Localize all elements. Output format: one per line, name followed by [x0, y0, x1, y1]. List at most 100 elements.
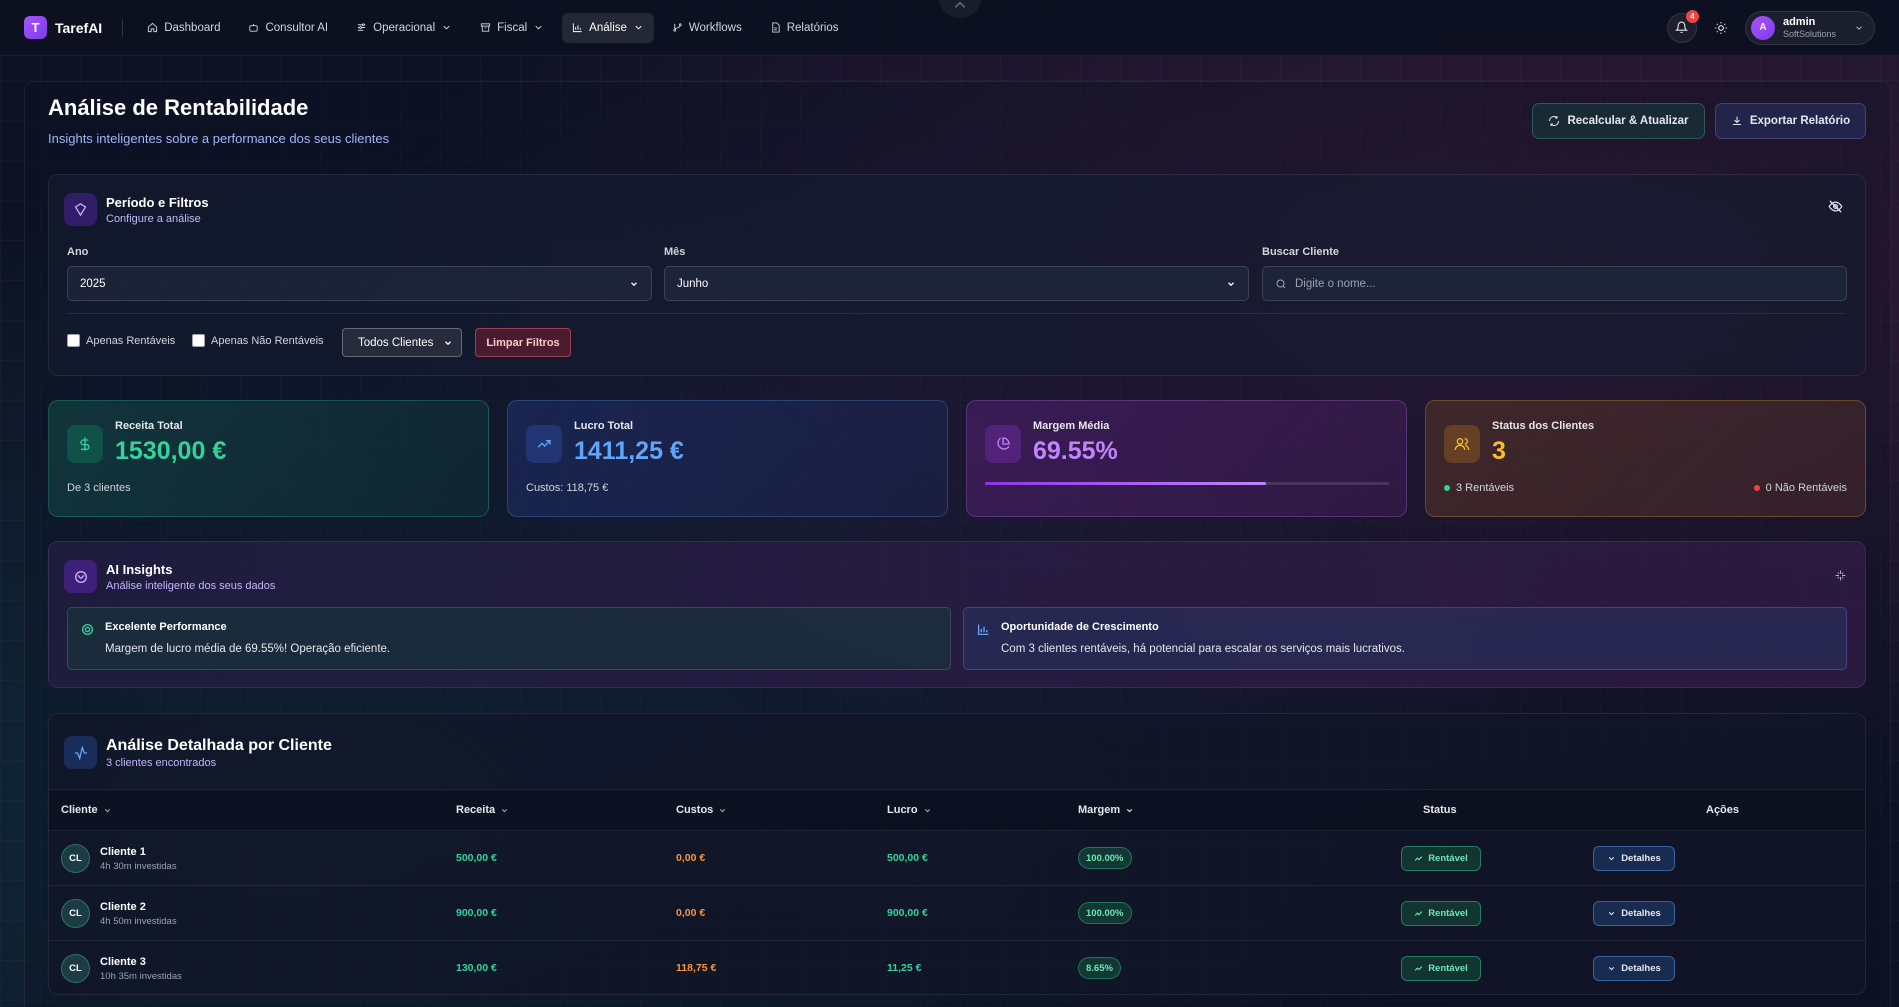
details-button[interactable]: Detalhes [1593, 956, 1675, 981]
user-menu[interactable]: A admin SoftSolutions [1744, 10, 1875, 45]
month-value: Junho [677, 277, 709, 290]
client-analysis-table-card: Análise Detalhada por Cliente 3 clientes… [48, 713, 1866, 995]
trending-up-icon [1414, 966, 1423, 971]
nav-relatorios[interactable]: Relatórios [760, 13, 849, 43]
stat-note: De 3 clientes [67, 482, 131, 494]
only-profitable-checkbox[interactable]: Apenas Rentáveis [67, 334, 175, 347]
only-unprofitable-checkbox[interactable]: Apenas Não Rentáveis [192, 334, 324, 347]
costs-cell: 0,00 € [676, 907, 706, 919]
stat-label: Lucro Total [574, 420, 634, 432]
status-badge: Rentável [1401, 956, 1481, 981]
margin-progress-bar [985, 482, 1389, 485]
insight-title: Excelente Performance [105, 621, 227, 633]
hide-filters-button[interactable] [1828, 199, 1843, 219]
chevron-down-icon [1127, 808, 1133, 812]
brand[interactable]: T TarefAI [24, 16, 102, 39]
nav-analise[interactable]: Análise [562, 12, 654, 43]
pie-chart-icon [997, 437, 1010, 450]
export-report-button[interactable]: Exportar Relatório [1715, 103, 1866, 139]
profit-cell: 11,25 € [887, 962, 922, 974]
details-button[interactable]: Detalhes [1593, 901, 1675, 926]
clear-filters-button[interactable]: Limpar Filtros [475, 328, 571, 357]
column-costs[interactable]: Custos [676, 804, 727, 816]
client-name: Cliente 1 [100, 846, 146, 858]
column-status: Status [1423, 804, 1457, 816]
insight-text: Margem de lucro média de 69.55%! Operaçã… [105, 643, 391, 655]
status-label: Rentável [1428, 853, 1468, 864]
details-label: Detalhes [1621, 908, 1661, 919]
table-row[interactable]: CL Cliente 2 4h 50m investidas 900,00 € … [49, 886, 1865, 941]
divider [66, 313, 1846, 314]
column-client[interactable]: Cliente [61, 804, 112, 816]
nav-workflows[interactable]: Workflows [662, 13, 752, 43]
recalculate-button[interactable]: Recalcular & Atualizar [1532, 103, 1705, 139]
column-profit[interactable]: Lucro [887, 804, 932, 816]
column-label: Lucro [887, 804, 918, 816]
profitable-label: 3 Rentáveis [1456, 482, 1515, 494]
icon-badge [985, 425, 1021, 463]
icon-badge [64, 736, 97, 769]
icon-badge [526, 425, 562, 463]
status-dot [1753, 485, 1760, 492]
bar-chart-icon [977, 624, 989, 636]
profitable-count: 3 Rentáveis [1444, 482, 1514, 494]
nav-fiscal[interactable]: Fiscal [470, 13, 554, 43]
status-badge: Rentável [1401, 901, 1481, 926]
theme-toggle[interactable] [1711, 18, 1731, 38]
client-hours: 4h 30m investidas [100, 861, 177, 872]
client-avatar: CL [61, 844, 90, 873]
stat-value: 1530,00 € [115, 437, 227, 465]
chevron-down-icon [635, 25, 642, 30]
recalculate-label: Recalcular & Atualizar [1567, 115, 1689, 127]
sparkles-button[interactable] [1834, 569, 1847, 587]
checkbox-box[interactable] [192, 334, 205, 347]
column-margin[interactable]: Margem [1078, 804, 1134, 816]
file-icon [772, 22, 780, 33]
sparkles-icon [1835, 570, 1846, 581]
column-label: Status [1423, 804, 1457, 816]
checkbox-box[interactable] [67, 334, 80, 347]
clients-select[interactable]: Todos Clientes [342, 328, 462, 357]
year-select[interactable]: 2025 [67, 266, 652, 301]
client-avatar: CL [61, 899, 90, 928]
target-icon [81, 623, 94, 636]
details-label: Detalhes [1621, 963, 1661, 974]
revenue-cell: 500,00 € [456, 852, 497, 864]
brain-icon [74, 570, 87, 583]
details-button[interactable]: Detalhes [1593, 846, 1675, 871]
download-icon [1732, 116, 1741, 125]
chevron-down-icon [104, 808, 110, 812]
month-label: Mês [664, 246, 686, 258]
brand-logo: T [24, 16, 47, 39]
margin-progress-fill [985, 482, 1266, 485]
trending-up-icon [1414, 856, 1423, 861]
nav-consultor-ai[interactable]: Consultor AI [238, 13, 338, 43]
insight-title: Oportunidade de Crescimento [1001, 621, 1159, 633]
notifications-button[interactable]: 4 [1666, 9, 1699, 43]
table-row[interactable]: CL Cliente 3 10h 35m investidas 130,00 €… [49, 941, 1865, 996]
nav-operacional[interactable]: Operacional [346, 13, 462, 43]
margin-badge: 100.00% [1078, 847, 1132, 869]
filter-badge [64, 193, 97, 226]
brand-name: TarefAI [55, 19, 103, 36]
divider [122, 18, 124, 37]
column-revenue[interactable]: Receita [456, 804, 509, 816]
filters-subtitle: Configure a análise [106, 212, 201, 225]
search-label: Buscar Cliente [1262, 246, 1340, 258]
search-client-input[interactable]: Digite o nome... [1262, 266, 1847, 301]
status-dot [1444, 485, 1450, 492]
nav-label: Consultor AI [265, 21, 329, 34]
month-select[interactable]: Junho [664, 266, 1249, 301]
table-title: Análise Detalhada por Cliente [106, 736, 332, 754]
eye-off-icon [1828, 200, 1843, 213]
user-org: SoftSolutions [1782, 28, 1836, 39]
git-branch-icon [673, 23, 682, 32]
margin-badge: 100.00% [1078, 902, 1132, 924]
profit-cell: 900,00 € [887, 907, 928, 919]
nav-dashboard[interactable]: Dashboard [137, 13, 230, 43]
chevron-down-icon [924, 808, 930, 812]
stat-label: Receita Total [115, 420, 183, 432]
filters-title: Período e Filtros [106, 194, 209, 210]
table-row[interactable]: CL Cliente 1 4h 30m investidas 500,00 € … [49, 831, 1865, 886]
filter-icon [74, 203, 87, 217]
